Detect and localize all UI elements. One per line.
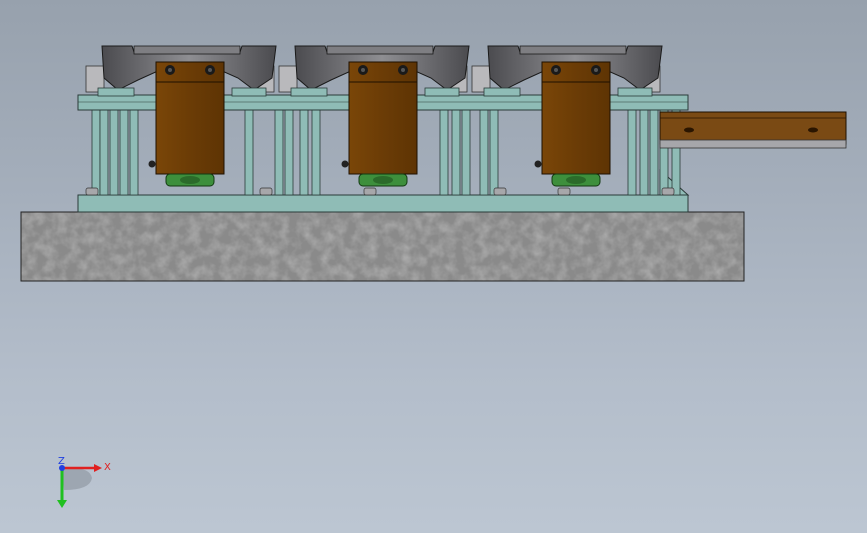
- frame-clamp: [424, 87, 460, 97]
- frame-post[interactable]: [311, 109, 321, 196]
- motor-bracket: [155, 61, 225, 175]
- mount-bolt: [534, 160, 542, 168]
- frame-post[interactable]: [119, 109, 129, 196]
- assembly-model[interactable]: [0, 0, 867, 533]
- hopper-stations[interactable]: [85, 45, 663, 187]
- base-nut: [493, 187, 507, 196]
- mount-bolt: [148, 160, 156, 168]
- base-nut: [85, 187, 99, 196]
- z-axis-label: Z: [58, 456, 65, 467]
- base-nut: [363, 187, 377, 196]
- frame-post[interactable]: [91, 109, 101, 196]
- motor-bracket: [348, 61, 418, 175]
- discharge-conveyor[interactable]: [659, 111, 847, 149]
- frame-post[interactable]: [639, 109, 649, 196]
- base-plate[interactable]: [77, 194, 689, 213]
- frame-post[interactable]: [299, 109, 309, 196]
- chute-lip: [519, 45, 627, 55]
- frame-post[interactable]: [99, 109, 109, 196]
- frame-post[interactable]: [461, 109, 471, 196]
- frame-post[interactable]: [451, 109, 461, 196]
- frame-clamp: [97, 87, 135, 97]
- frame-post[interactable]: [649, 109, 659, 196]
- frame-clamp: [617, 87, 653, 97]
- base-nut: [259, 187, 273, 196]
- concrete-foundation[interactable]: [20, 211, 745, 282]
- mount-bolt: [341, 160, 349, 168]
- frame-clamp: [483, 87, 521, 97]
- base-nut: [557, 187, 571, 196]
- frame-post[interactable]: [439, 109, 449, 196]
- base-nut: [661, 187, 675, 196]
- orientation-triad[interactable]: X Z: [40, 450, 130, 520]
- frame-clamp: [231, 87, 267, 97]
- frame-clamp: [290, 87, 328, 97]
- frame-post[interactable]: [129, 109, 139, 196]
- x-axis-label: X: [104, 462, 111, 473]
- frame-post[interactable]: [489, 109, 499, 196]
- frame-post[interactable]: [627, 109, 637, 196]
- chute-lip: [133, 45, 241, 55]
- base-nuts: [85, 187, 675, 196]
- chute-lip: [326, 45, 434, 55]
- motor-bracket: [541, 61, 611, 175]
- frame-post[interactable]: [284, 109, 294, 196]
- cad-viewport[interactable]: X Z: [0, 0, 867, 533]
- frame-post[interactable]: [479, 109, 489, 196]
- frame-post[interactable]: [244, 109, 254, 196]
- frame-post[interactable]: [274, 109, 284, 196]
- frame-post[interactable]: [109, 109, 119, 196]
